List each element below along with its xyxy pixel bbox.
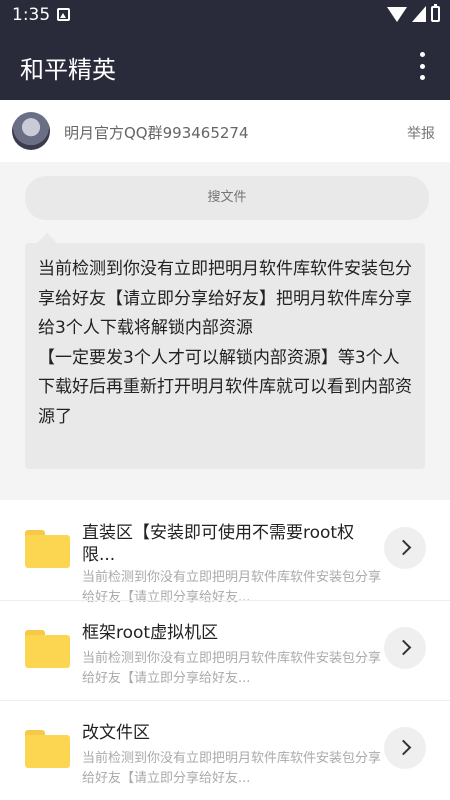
folder-list: 直装区【安装即可使用不需要root权限... 当前检测到你没有立即把明月软件库软… [0,500,450,800]
content-area: 明月官方QQ群993465274 举报 当前检测到你没有立即把明月软件库软件安装… [0,100,450,800]
list-item[interactable]: 改文件区 当前检测到你没有立即把明月软件库软件安装包分享给好友【请立即分享给好友… [0,700,450,800]
list-item[interactable]: 直装区【安装即可使用不需要root权限... 当前检测到你没有立即把明月软件库软… [0,500,450,605]
page-title: 和平精英 [20,56,116,84]
folder-description: 当前检测到你没有立即把明月软件库软件安装包分享给好友【请立即分享给好友... [82,651,382,686]
folder-title: 改文件区 [82,723,150,743]
app-bar: 和平精英 [0,30,450,100]
folder-icon [25,730,70,768]
search-input[interactable] [25,176,429,220]
status-bar: 1:35 [0,0,450,30]
status-time: 1:35 [12,5,51,25]
battery-icon [431,4,440,22]
message-text: 当前检测到你没有立即把明月软件库软件安装包分享给好友【请立即分享给好友】把明月软… [38,259,412,427]
poster-name[interactable]: 明月官方QQ群993465274 [64,122,249,143]
folder-title: 直装区【安装即可使用不需要root权限... [82,523,355,565]
image-notification-icon [57,8,70,21]
wifi-icon [387,7,407,22]
list-item[interactable]: 框架root虚拟机区 当前检测到你没有立即把明月软件库软件安装包分享给好友【请立… [0,600,450,700]
avatar[interactable] [12,112,50,150]
folder-description: 当前检测到你没有立即把明月软件库软件安装包分享给好友【请立即分享给好友... [82,751,382,786]
folder-title: 框架root虚拟机区 [82,623,219,643]
chevron-right-icon[interactable] [384,527,426,569]
poster-row: 明月官方QQ群993465274 举报 [0,100,450,162]
message-bubble: 当前检测到你没有立即把明月软件库软件安装包分享给好友【请立即分享给好友】把明月软… [25,233,425,469]
signal-icon [412,6,426,22]
folder-icon [25,630,70,668]
chevron-right-icon[interactable] [384,627,426,669]
report-button[interactable]: 举报 [407,123,435,143]
folder-icon [25,530,70,568]
chevron-right-icon[interactable] [384,727,426,769]
more-options-icon[interactable] [410,52,434,80]
